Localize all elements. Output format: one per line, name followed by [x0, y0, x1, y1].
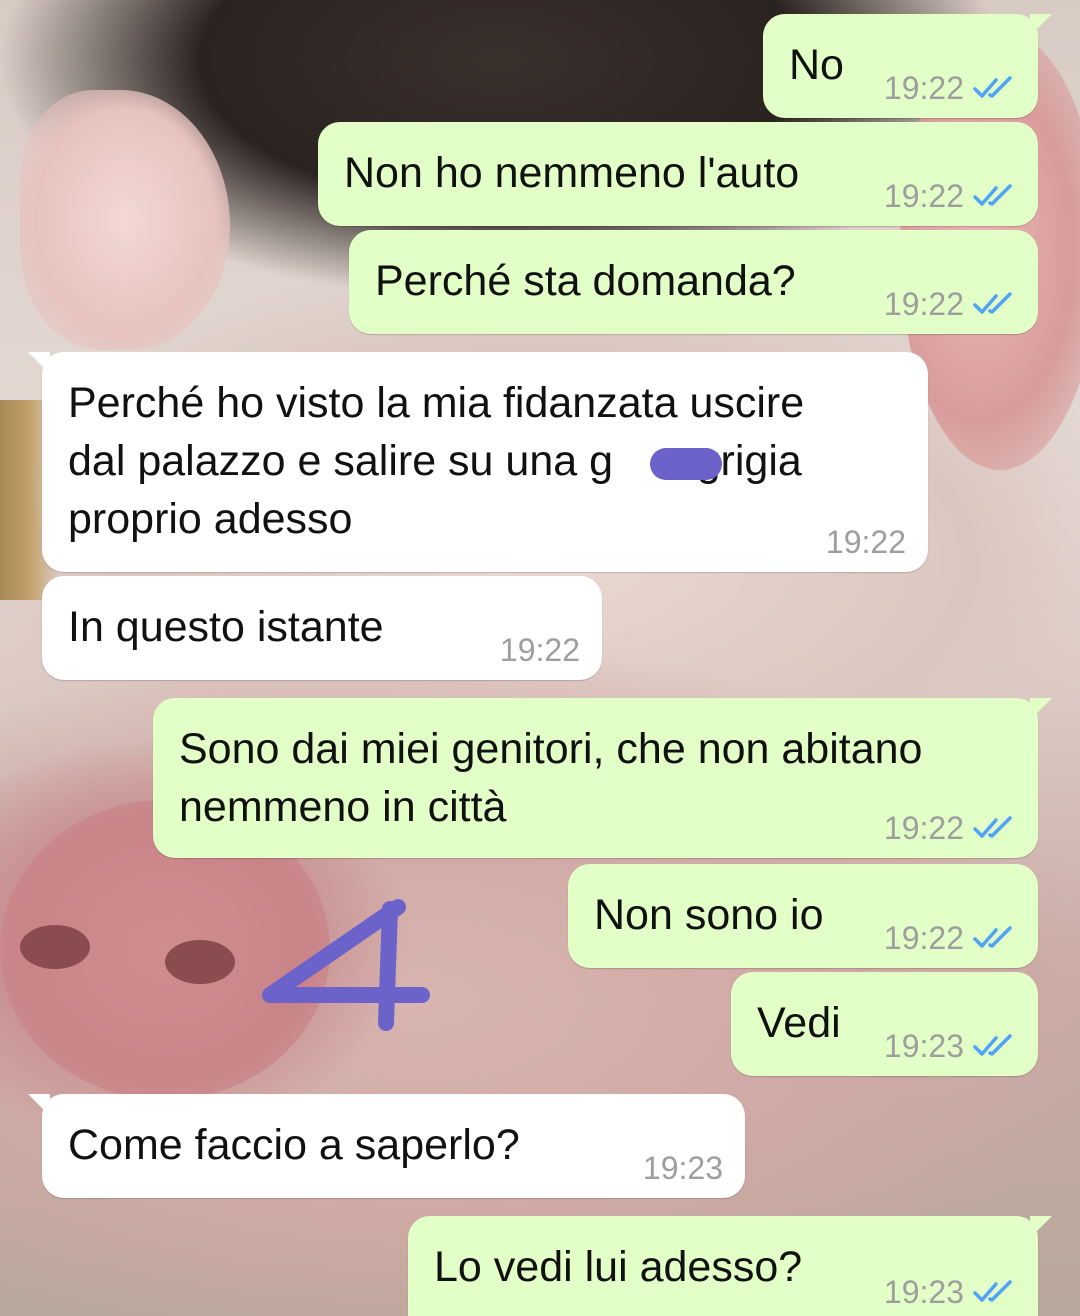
message-meta: 19:22 — [884, 916, 1016, 960]
double-check-icon — [973, 76, 1012, 98]
message-time: 19:22 — [499, 632, 580, 668]
message-time: 19:22 — [883, 178, 964, 214]
double-check-icon — [973, 926, 1012, 948]
double-check-icon — [973, 816, 1012, 838]
message-time: 19:23 — [883, 1028, 964, 1064]
double-check-icon — [973, 1034, 1012, 1056]
message-meta: 19:22 — [884, 66, 1016, 110]
redaction-mark — [650, 448, 722, 480]
message-time: 19:22 — [825, 524, 906, 560]
message-bubble-incoming[interactable]: Come faccio a saperlo? 19:23 — [28, 1094, 745, 1198]
double-check-icon — [973, 292, 1012, 314]
message-text: Perché ho visto la mia fidanzata uscire … — [68, 379, 805, 543]
message-bubble-incoming[interactable]: In questo istante 19:22 — [42, 576, 602, 680]
message-time: 19:23 — [642, 1150, 723, 1186]
message-bubble-incoming[interactable]: Perché ho visto la mia fidanzata uscire … — [28, 352, 928, 572]
message-meta: 19:23 — [884, 1270, 1016, 1314]
message-time: 19:22 — [883, 286, 964, 322]
double-check-icon — [973, 1280, 1012, 1302]
message-time: 19:23 — [883, 1274, 964, 1310]
message-bubble-outgoing[interactable]: No 19:22 — [763, 14, 1052, 118]
message-meta: 19:22 — [884, 806, 1016, 850]
message-meta: 19:22 — [884, 174, 1016, 218]
wallpaper-pig-nostril — [20, 925, 90, 969]
message-bubble-outgoing[interactable]: Vedi 19:23 — [731, 972, 1038, 1076]
message-bubble-outgoing[interactable]: Perché sta domanda? 19:22 — [349, 230, 1038, 334]
message-meta: 19:22 — [826, 520, 906, 564]
message-time: 19:22 — [883, 810, 964, 846]
message-meta: 19:22 — [884, 282, 1016, 326]
wallpaper-pig-nostril — [165, 940, 235, 984]
handwritten-number-annotation — [262, 899, 430, 1031]
double-check-icon — [973, 184, 1012, 206]
message-meta: 19:23 — [643, 1146, 723, 1190]
message-time: 19:22 — [883, 70, 964, 106]
message-meta: 19:23 — [884, 1024, 1016, 1068]
message-bubble-outgoing[interactable]: Non ho nemmeno l'auto 19:22 — [318, 122, 1038, 226]
message-bubble-outgoing[interactable]: Sono dai miei genitori, che non abitano … — [153, 698, 1052, 858]
message-bubble-outgoing[interactable]: Non sono io 19:22 — [568, 864, 1038, 968]
message-meta: 19:22 — [500, 628, 580, 672]
message-time: 19:22 — [883, 920, 964, 956]
message-bubble-outgoing[interactable]: Lo vedi lui adesso? 19:23 — [408, 1216, 1052, 1316]
